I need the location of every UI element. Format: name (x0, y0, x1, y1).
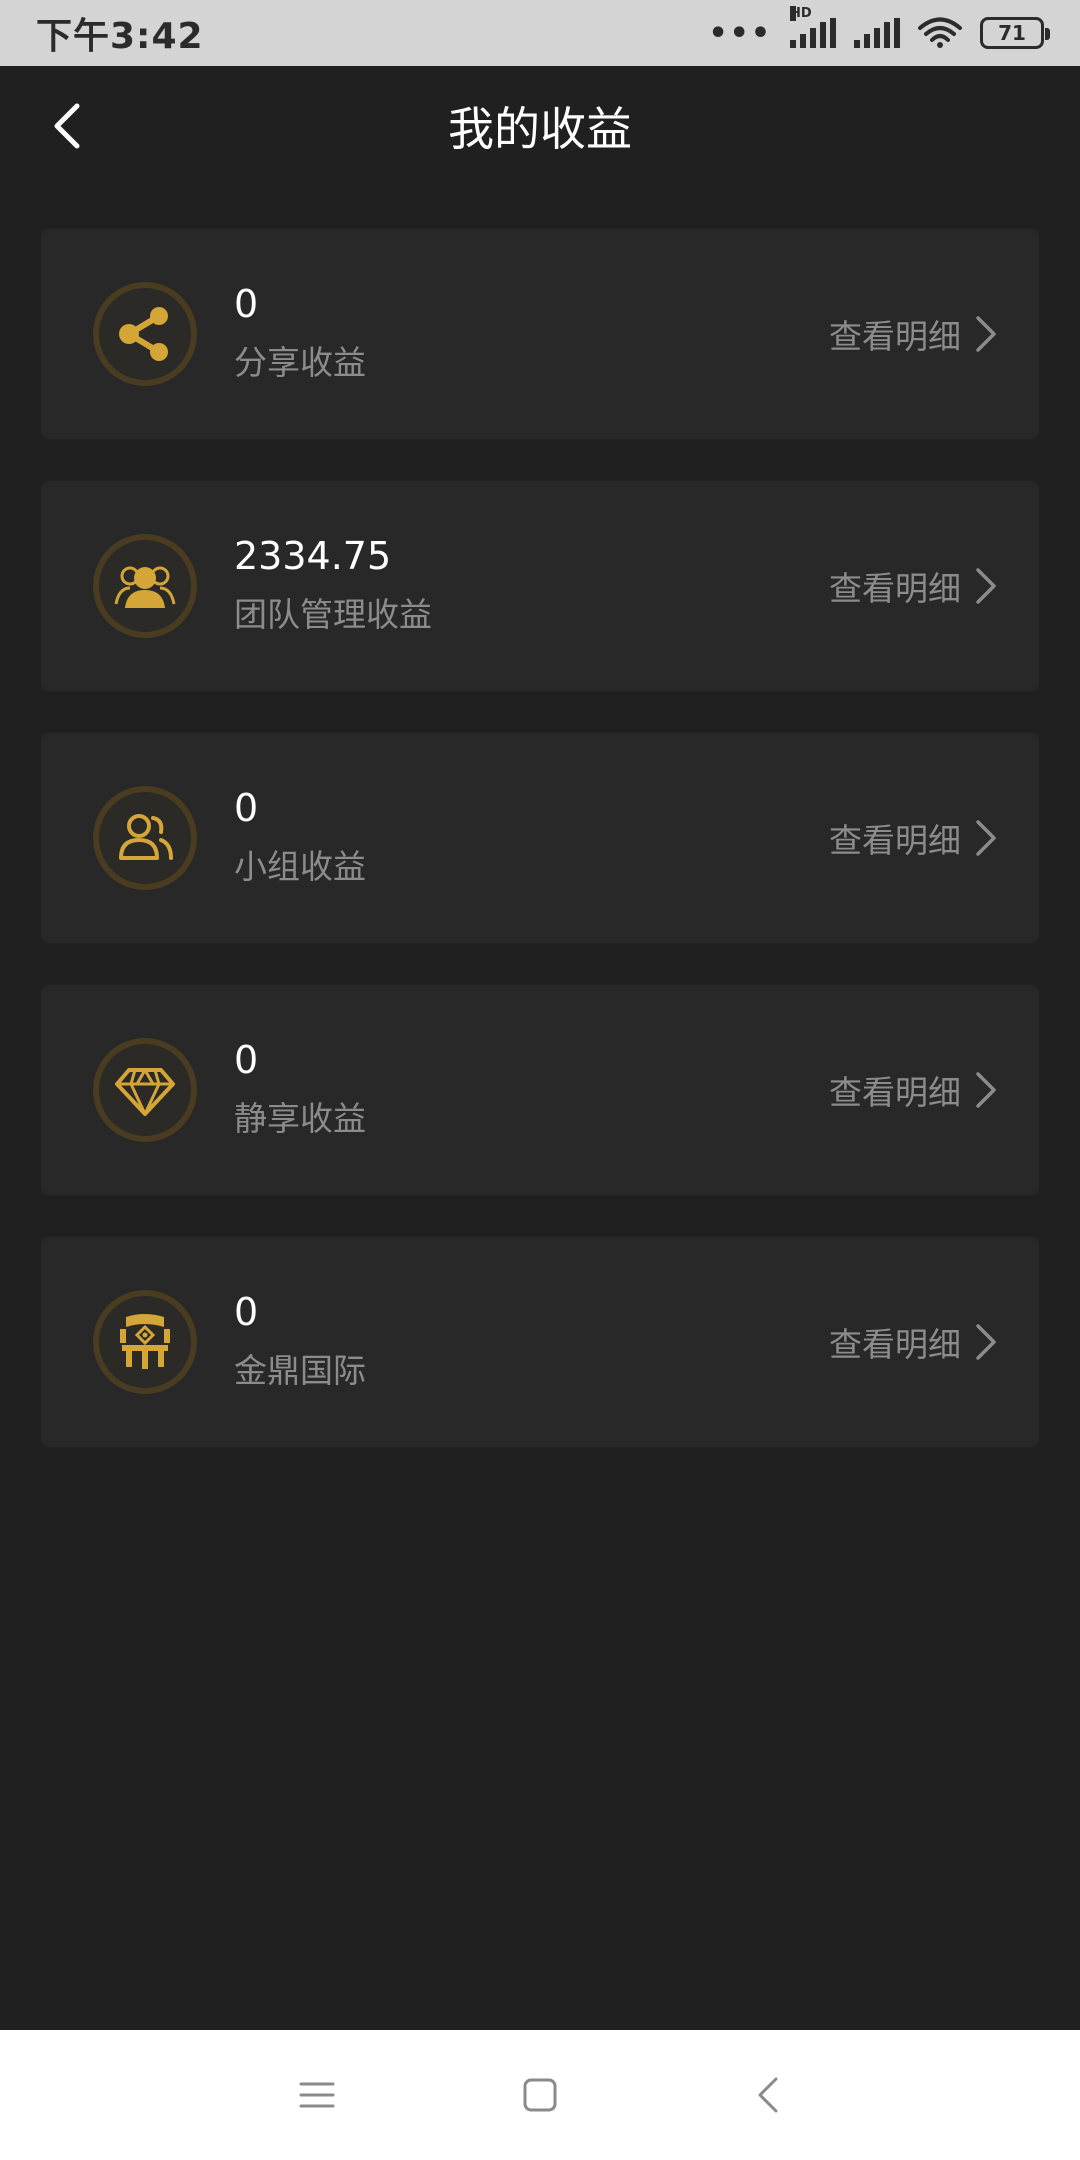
view-details-label: 查看明细 (829, 821, 961, 860)
view-details-label: 查看明细 (829, 317, 961, 356)
earnings-label: 分享收益 (234, 343, 366, 382)
chevron-right-icon (976, 568, 996, 604)
view-details-link[interactable]: 查看明细 (829, 562, 997, 610)
view-details-label: 查看明细 (829, 1073, 961, 1112)
earnings-label: 静享收益 (234, 1099, 366, 1138)
back-triangle-icon (758, 2077, 778, 2113)
page-title: 我的收益 (448, 102, 632, 156)
earnings-card-static[interactable]: 0 静享收益 查看明细 (41, 985, 1039, 1195)
battery-level: 71 (998, 21, 1026, 45)
card-text: 0 小组收益 (234, 781, 366, 895)
earnings-value: 0 (234, 1038, 259, 1082)
signal-icon (854, 18, 900, 48)
chevron-right-icon (976, 1324, 996, 1360)
home-button[interactable] (515, 2070, 565, 2120)
signal-hd-icon: HD (790, 6, 836, 48)
status-icons: ••• HD 71 (708, 6, 1050, 51)
group-icon (93, 786, 197, 890)
card-text: 0 静享收益 (234, 1033, 366, 1147)
menu-icon (299, 2082, 335, 2108)
chevron-right-icon (976, 316, 996, 352)
view-details-label: 查看明细 (829, 569, 961, 608)
earnings-label: 金鼎国际 (234, 1351, 366, 1390)
notification-dots-icon: ••• (708, 15, 772, 51)
earnings-value: 2334.75 (234, 534, 392, 578)
status-time: 下午3:42 (36, 16, 204, 57)
card-text: 0 分享收益 (234, 277, 366, 391)
system-back-button[interactable] (743, 2070, 793, 2120)
jinding-logo-icon (93, 1290, 197, 1394)
status-bar: 下午3:42 ••• HD 71 (0, 0, 1080, 66)
hd-label: HD (790, 6, 812, 21)
earnings-label: 小组收益 (234, 847, 366, 886)
card-text: 2334.75 团队管理收益 (234, 529, 432, 643)
view-details-link[interactable]: 查看明细 (829, 814, 997, 862)
back-button[interactable] (36, 96, 96, 156)
home-square-icon (523, 2078, 557, 2112)
view-details-link[interactable]: 查看明细 (829, 1318, 997, 1366)
chevron-left-icon (54, 103, 80, 149)
system-nav-bar (0, 2030, 1080, 2160)
earnings-value: 0 (234, 1290, 259, 1334)
view-details-link[interactable]: 查看明细 (829, 310, 997, 358)
earnings-label: 团队管理收益 (234, 595, 432, 634)
battery-icon: 71 (980, 17, 1050, 49)
earnings-card-group[interactable]: 0 小组收益 查看明细 (41, 733, 1039, 943)
earnings-card-share[interactable]: 0 分享收益 查看明细 (41, 229, 1039, 439)
earnings-value: 0 (234, 282, 259, 326)
chevron-right-icon (976, 1072, 996, 1108)
earnings-list: 0 分享收益 查看明细 2334.75 团队管理收益 查看明细 0 小组收益 查… (41, 229, 1039, 1489)
header: 我的收益 (0, 66, 1080, 186)
view-details-label: 查看明细 (829, 1325, 961, 1364)
card-text: 0 金鼎国际 (234, 1285, 366, 1399)
share-icon (93, 282, 197, 386)
team-icon (93, 534, 197, 638)
earnings-value: 0 (234, 786, 259, 830)
chevron-right-icon (976, 820, 996, 856)
menu-button[interactable] (292, 2070, 342, 2120)
view-details-link[interactable]: 查看明细 (829, 1066, 997, 1114)
earnings-card-team[interactable]: 2334.75 团队管理收益 查看明细 (41, 481, 1039, 691)
diamond-icon (93, 1038, 197, 1142)
earnings-card-jinding[interactable]: 0 金鼎国际 查看明细 (41, 1237, 1039, 1447)
wifi-icon (918, 17, 962, 48)
